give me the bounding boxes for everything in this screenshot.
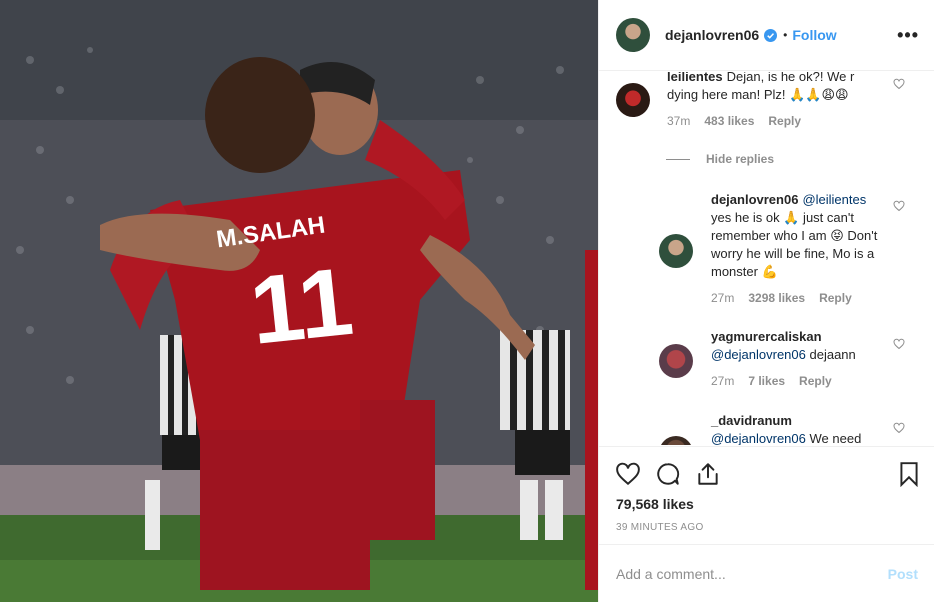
reply-username[interactable]: dejanlovren06 xyxy=(711,192,798,207)
reply-like-heart-icon[interactable] xyxy=(893,338,905,350)
reply-likes[interactable]: 3298 likes xyxy=(748,291,805,305)
photo-image: M.SALAH 11 xyxy=(0,0,598,602)
reply-like-heart-icon[interactable] xyxy=(893,422,905,434)
add-comment-bar: Post xyxy=(599,544,934,602)
replier-avatar[interactable] xyxy=(659,436,693,445)
bookmark-icon[interactable] xyxy=(896,461,922,487)
like-heart-icon[interactable] xyxy=(615,461,641,487)
comment-bubble-icon[interactable] xyxy=(655,461,681,487)
comment-input[interactable] xyxy=(616,565,888,582)
reply-meta: 27m 3298 likes Reply xyxy=(711,291,891,305)
jersey-number: 11 xyxy=(245,248,357,365)
hide-replies-line xyxy=(666,158,690,160)
comment-text: leilientes Dejan, is he ok?! We r dying h… xyxy=(667,72,867,104)
reply-body: We need xyxy=(809,431,862,445)
author-username[interactable]: dejanlovren06 xyxy=(665,27,759,43)
reply-text: _davidranum @dejanlovren06 We need xyxy=(711,412,887,445)
verified-badge-icon xyxy=(764,28,778,42)
reply-mention[interactable]: @dejanlovren06 xyxy=(711,347,806,362)
replier-avatar[interactable] xyxy=(659,344,693,378)
reply-username[interactable]: yagmurercaliskan xyxy=(711,329,822,344)
reply-mention[interactable]: @dejanlovren06 xyxy=(711,431,806,445)
reply-like-heart-icon[interactable] xyxy=(893,200,905,212)
comment-username[interactable]: leilientes xyxy=(667,72,723,84)
post-likes-count[interactable]: 79,568 likes xyxy=(616,496,694,512)
share-icon[interactable] xyxy=(695,461,721,487)
comments-list[interactable]: leilientes Dejan, is he ok?! We r dying h… xyxy=(599,72,934,445)
post-actions: 79,568 likes 39 MINUTES AGO xyxy=(599,446,934,544)
replier-avatar[interactable] xyxy=(659,234,693,268)
reply-time: 27m xyxy=(711,374,735,388)
reply-meta: 27m 7 likes Reply xyxy=(711,374,891,388)
header-separator: • xyxy=(783,28,788,42)
post-header: dejanlovren06 • Follow ••• xyxy=(599,0,934,71)
reply-username[interactable]: _davidranum xyxy=(711,413,792,428)
follow-button[interactable]: Follow xyxy=(792,27,836,43)
post-timestamp[interactable]: 39 MINUTES AGO xyxy=(616,522,704,533)
reply-text: yagmurercaliskan @dejanlovren06 dejaann xyxy=(711,328,887,364)
reply-body: yes he is ok 🙏 just can't remember who I… xyxy=(711,210,878,279)
reply-button[interactable]: Reply xyxy=(799,374,832,388)
post-photo[interactable]: M.SALAH 11 xyxy=(0,0,598,602)
reply-time: 27m xyxy=(711,291,735,305)
reply-button[interactable]: Reply xyxy=(768,114,801,128)
comment-meta: 37m 483 likes Reply xyxy=(667,114,887,128)
comment-likes[interactable]: 483 likes xyxy=(704,114,754,128)
reply-mention[interactable]: @leilientes xyxy=(802,192,866,207)
hide-replies-toggle[interactable]: Hide replies xyxy=(666,152,774,166)
hide-replies-label: Hide replies xyxy=(706,152,775,166)
comment-like-heart-icon[interactable] xyxy=(893,78,905,90)
reply-likes[interactable]: 7 likes xyxy=(748,374,785,388)
post-comment-button[interactable]: Post xyxy=(888,566,918,582)
commenter-avatar[interactable] xyxy=(616,83,650,117)
more-options-icon[interactable]: ••• xyxy=(897,25,919,46)
author-avatar[interactable] xyxy=(616,18,650,52)
reply-button[interactable]: Reply xyxy=(819,291,852,305)
comment-time: 37m xyxy=(667,114,691,128)
reply-body: dejaann xyxy=(809,347,856,362)
reply-text: dejanlovren06 @leilientes yes he is ok 🙏 … xyxy=(711,191,887,281)
post-side-panel: dejanlovren06 • Follow ••• leilientes Dej… xyxy=(598,0,934,602)
